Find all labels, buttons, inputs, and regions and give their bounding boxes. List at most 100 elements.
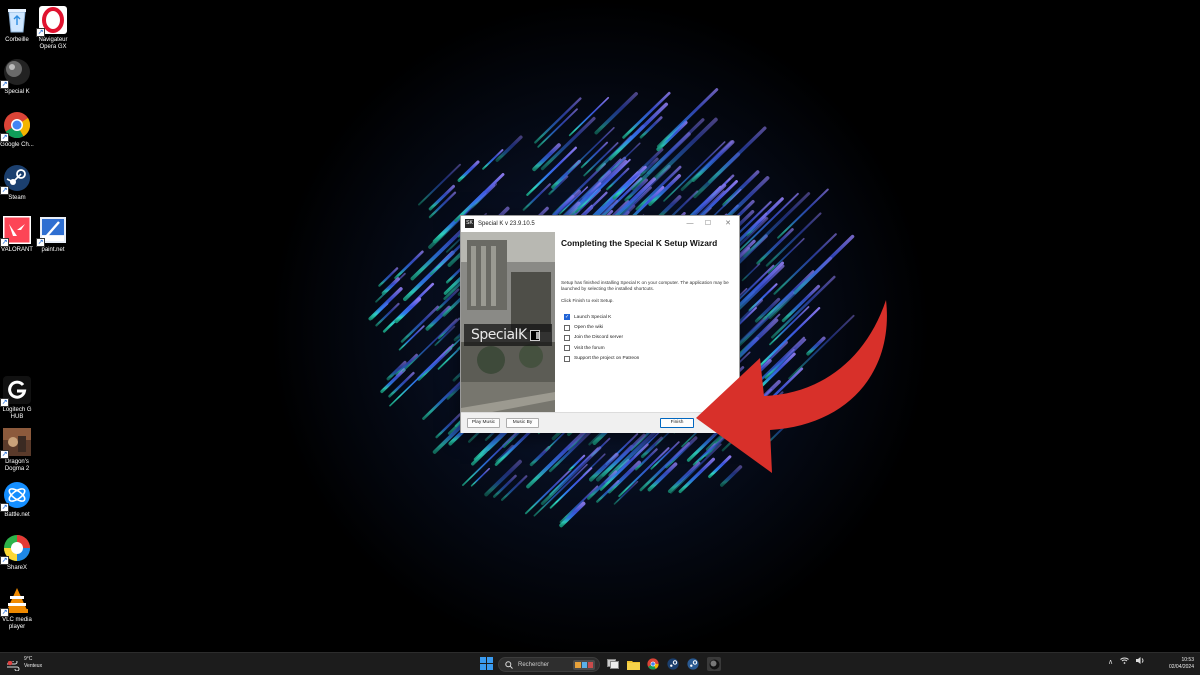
desktop-icon-logitech-g-hub[interactable]: ↗ Logitech G HUB <box>0 375 43 421</box>
arrow-pointer-icon <box>696 300 887 473</box>
post-install-options: ✓ Launch Special K Open the wiki Join th… <box>564 312 639 364</box>
weather-wind-icon <box>6 658 20 672</box>
opera-gx-icon: ↗ <box>36 5 68 37</box>
option-open-wiki[interactable]: Open the wiki <box>564 322 639 332</box>
special-k-brand-logo: SpecialK <box>464 324 552 346</box>
search-highlight-icon <box>573 660 595 670</box>
maximize-icon[interactable]: ☐ <box>699 216 717 231</box>
desktop-icon-label: Logitech G HUB <box>2 407 32 420</box>
wizard-heading: Completing the Special K Setup Wizard <box>561 238 718 248</box>
minimize-icon[interactable]: — <box>681 216 699 231</box>
vlc-icon: ↗ <box>0 585 32 617</box>
shortcut-arrow-icon: ↗ <box>0 450 9 459</box>
desktop-icon-vlc[interactable]: ↗ VLC media player <box>0 585 43 631</box>
dragons-dogma-2-icon: ↗ <box>0 427 32 459</box>
desktop-icon-opera-gx[interactable]: ↗ Navigateur Opera GX <box>27 5 79 51</box>
desktop-icon-label: Google Ch... <box>0 142 34 148</box>
finish-button[interactable]: Finish <box>660 418 694 428</box>
desktop-icon-google-chrome[interactable]: ↗ Google Ch... <box>0 110 43 149</box>
option-support-patreon[interactable]: Support the project on Patreon <box>564 354 639 364</box>
desktop-icon-steam[interactable]: ↗ Steam <box>0 163 43 202</box>
search-placeholder: Rechercher <box>518 661 550 668</box>
volume-icon[interactable] <box>1136 657 1145 666</box>
windows-start-button[interactable] <box>480 657 493 670</box>
system-tray[interactable]: ∧ <box>1108 657 1152 666</box>
special-k-icon <box>709 659 719 669</box>
checkbox-icon[interactable] <box>564 324 570 331</box>
clock-date: 02/04/2024 <box>1168 664 1194 670</box>
shortcut-arrow-icon: ↗ <box>0 556 9 565</box>
chrome-icon <box>647 658 659 670</box>
installer-sidebar-image: SpecialK <box>461 232 555 426</box>
music-by-button[interactable]: Music By <box>506 418 539 428</box>
taskbar: 9°C Venteux Rechercher ∧ 10:53 02/04/202… <box>0 652 1200 675</box>
steam-icon <box>687 658 699 670</box>
taskbar-clock[interactable]: 10:53 02/04/2024 <box>1160 657 1194 671</box>
taskbar-steam-2[interactable] <box>686 657 700 671</box>
task-view-icon <box>607 659 619 669</box>
shortcut-arrow-icon: ↗ <box>0 186 9 195</box>
desktop-icon-label: Steam <box>8 195 26 201</box>
brand-logo-mark <box>529 329 540 341</box>
desktop-icon-paint-net[interactable]: ↗ paint.net <box>27 215 79 254</box>
desktop-icon-battle-net[interactable]: ↗ Battle.net <box>0 480 43 519</box>
special-k-app-icon: SK <box>465 219 474 228</box>
shortcut-arrow-icon: ↗ <box>0 238 9 247</box>
option-launch-special-k[interactable]: ✓ Launch Special K <box>564 312 639 322</box>
taskbar-task-view[interactable] <box>606 657 620 671</box>
desktop-icon-label: paint.net <box>41 247 65 253</box>
option-join-discord[interactable]: Join the Discord server <box>564 333 639 343</box>
close-icon[interactable]: ✕ <box>719 216 737 231</box>
logitech-g-hub-icon: ↗ <box>0 375 32 407</box>
option-label: Visit the forum <box>574 345 605 351</box>
desktop-icon-label: Navigateur Opera GX <box>38 37 68 50</box>
battle-net-icon: ↗ <box>0 480 32 512</box>
window-titlebar[interactable]: SK Special K v 23.9.10.5 — ☐ ✕ <box>461 216 739 231</box>
option-label: Join the Discord server <box>574 335 624 341</box>
folder-icon <box>626 660 640 670</box>
chevron-up-icon[interactable]: ∧ <box>1108 658 1113 666</box>
desktop-icon-label: Special K <box>4 89 30 95</box>
weather-widget[interactable]: 9°C Venteux <box>6 656 43 672</box>
taskbar-file-explorer[interactable] <box>626 657 640 671</box>
checkbox-icon[interactable] <box>564 334 570 341</box>
steam-icon <box>667 658 679 670</box>
shortcut-arrow-icon: ↗ <box>0 133 9 142</box>
chrome-icon: ↗ <box>0 110 32 142</box>
weather-condition: Venteux <box>24 663 43 669</box>
shortcut-arrow-icon: ↗ <box>36 28 45 37</box>
option-label: Launch Special K <box>574 314 612 320</box>
shortcut-arrow-icon: ↗ <box>0 398 9 407</box>
taskbar-chrome[interactable] <box>646 657 660 671</box>
desktop-icon-sharex[interactable]: ↗ ShareX <box>0 533 43 572</box>
play-music-button[interactable]: Play Music <box>467 418 500 428</box>
desktop-icon-dragons-dogma-2[interactable]: ↗ Dragon's Dogma 2 <box>0 427 43 473</box>
taskbar-steam[interactable] <box>666 657 680 671</box>
sharex-icon: ↗ <box>0 533 32 565</box>
option-label: Support the project on Patreon <box>574 356 640 362</box>
brand-logo-text: SpecialK <box>471 327 527 343</box>
window-title: Special K v 23.9.10.5 <box>478 220 535 227</box>
shortcut-arrow-icon: ↗ <box>0 608 9 617</box>
search-icon <box>505 660 513 669</box>
desktop-icon-special-k[interactable]: ↗ Special K <box>0 57 43 96</box>
checkbox-checked-icon[interactable]: ✓ <box>564 314 570 321</box>
checkbox-icon[interactable] <box>564 345 570 352</box>
shortcut-arrow-icon: ↗ <box>0 80 9 89</box>
desktop-icon-label: VLC media player <box>2 617 32 630</box>
desktop-icon-label: Dragon's Dogma 2 <box>4 459 30 472</box>
clock-time: 10:53 <box>1181 657 1194 663</box>
option-visit-forum[interactable]: Visit the forum <box>564 343 639 353</box>
red-arrow-annotation <box>696 300 887 473</box>
windows-logo-icon <box>480 657 493 670</box>
special-k-icon: ↗ <box>0 57 32 89</box>
desktop-icon-label: Corbeille <box>5 37 29 43</box>
taskbar-special-k[interactable] <box>707 657 721 671</box>
checkbox-icon[interactable] <box>564 355 570 362</box>
desktop-icon-label: Battle.net <box>4 512 30 518</box>
paint-net-icon: ↗ <box>36 215 68 247</box>
wifi-icon[interactable] <box>1120 657 1129 666</box>
taskbar-search-box[interactable]: Rechercher <box>498 657 600 672</box>
weather-temperature: 9°C <box>24 656 33 662</box>
steam-icon: ↗ <box>0 163 32 195</box>
